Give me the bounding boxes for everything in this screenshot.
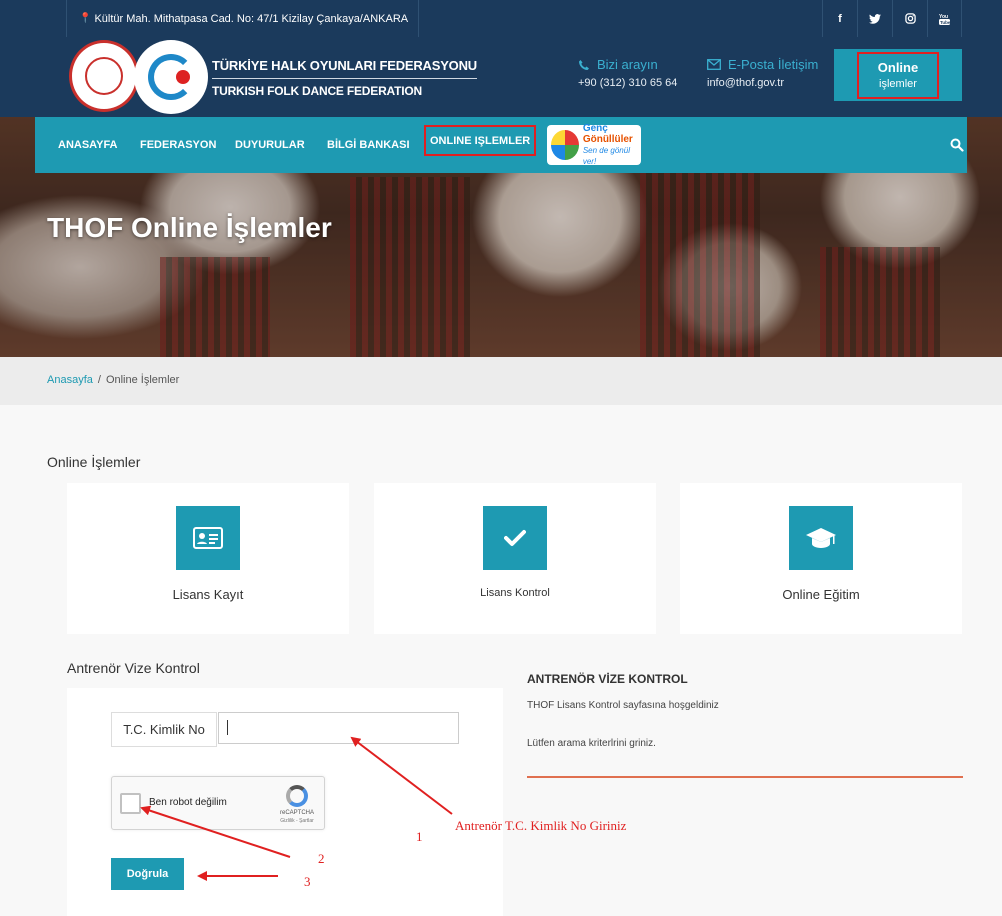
nav-item-duyurular[interactable]: DUYURULAR xyxy=(235,117,305,173)
text-cursor xyxy=(227,720,228,735)
federation-brand[interactable]: TÜRKİYE HALK OYUNLARI FEDERASYONU TURKIS… xyxy=(212,56,477,101)
online-islemler-button[interactable]: Online işlemler xyxy=(834,49,962,101)
gonullu-line2: Gönüllüler xyxy=(582,134,633,145)
graduation-cap-icon xyxy=(789,506,853,570)
nav-item-anasayfa[interactable]: ANASAYFA xyxy=(58,117,118,173)
card-label: Lisans Kayıt xyxy=(172,587,244,602)
online-section-title: Online İşlemler xyxy=(47,454,141,470)
breadcrumb: Anasayfa / Online İşlemler xyxy=(47,374,179,386)
youtube-icon[interactable]: You Tube xyxy=(927,0,962,37)
card-online-egitim[interactable]: Online Eğitim xyxy=(680,483,962,634)
mail-value[interactable]: info@thof.gov.tr xyxy=(707,77,818,89)
info-title: ANTRENÖR VİZE KONTROL xyxy=(527,672,688,686)
annotation-step-3: 3 xyxy=(304,874,311,889)
recaptcha-brand: reCAPTCHA xyxy=(279,810,314,816)
recaptcha-privacy[interactable]: Gizlilik - Şartlar xyxy=(278,818,316,824)
call-label: Bizi arayın xyxy=(597,57,658,72)
online-button-sublabel: işlemler xyxy=(879,78,917,90)
instagram-icon[interactable] xyxy=(892,0,927,37)
annotation-step-1: 1 xyxy=(416,829,423,844)
ministry-logo[interactable] xyxy=(69,40,139,112)
tc-label: T.C. Kimlik No xyxy=(111,712,217,747)
check-icon xyxy=(483,506,547,570)
search-icon[interactable] xyxy=(950,138,964,152)
online-button-label: Online xyxy=(877,60,919,75)
call-value[interactable]: +90 (312) 310 65 64 xyxy=(578,77,677,89)
annotation-instruction: Antrenör T.C. Kimlik No Giriniz xyxy=(455,818,627,833)
online-button-highlight: Online işlemler xyxy=(857,51,939,99)
card-lisans-kontrol[interactable]: Lisans Kontrol xyxy=(374,483,656,634)
dogrula-button[interactable]: Doğrula xyxy=(111,858,184,890)
breadcrumb-separator: / xyxy=(97,374,101,386)
social-links: f You Tube xyxy=(822,0,962,37)
recaptcha-label: Ben robot değilim xyxy=(149,797,227,808)
twitter-icon[interactable] xyxy=(857,0,892,37)
email-contact: E-Posta İletişim info@thof.gov.tr xyxy=(707,57,818,89)
main-nav: ANASAYFA FEDERASYON DUYURULAR BİLGİ BANK… xyxy=(35,117,967,173)
info-instruction: Lütfen arama kriterlrini griniz. xyxy=(527,738,656,749)
vize-section-title: Antrenör Vize Kontrol xyxy=(67,660,200,676)
page-title: THOF Online İşlemler xyxy=(47,212,332,243)
nav-item-online-islemler[interactable]: ONLINE IŞLEMLER xyxy=(424,125,537,156)
id-card-icon xyxy=(176,506,240,570)
gonullu-line3: Sen de gönül ver! xyxy=(582,146,630,166)
nav-item-bilgi-bankasi[interactable]: BİLGİ BANKASI xyxy=(327,117,410,173)
address-text: Kültür Mah. Mithatpasa Cad. No: 47/1 Kiz… xyxy=(94,12,409,25)
info-divider xyxy=(527,776,963,778)
globe-icon xyxy=(551,130,579,160)
recaptcha-logo-icon xyxy=(286,785,308,807)
recaptcha-widget: Ben robot değilim reCAPTCHA Gizlilik - Ş… xyxy=(111,776,325,830)
annotation-step-2: 2 xyxy=(318,851,325,866)
phone-icon xyxy=(579,59,589,70)
svg-text:Tube: Tube xyxy=(940,20,950,25)
brand-name-tr: TÜRKİYE HALK OYUNLARI FEDERASYONU xyxy=(212,58,477,73)
brand-name-en: TURKISH FOLK DANCE FEDERATION xyxy=(212,78,477,101)
envelope-icon xyxy=(707,59,721,70)
federation-logo[interactable] xyxy=(134,40,208,114)
breadcrumb-home[interactable]: Anasayfa xyxy=(47,374,93,386)
card-label: Online Eğitim xyxy=(782,587,860,602)
tc-kimlik-input[interactable] xyxy=(218,712,459,744)
gonullu-line1: Genç xyxy=(582,123,608,134)
card-label: Lisans Kontrol xyxy=(480,587,550,599)
nav-item-federasyon[interactable]: FEDERASYON xyxy=(140,117,216,173)
recaptcha-checkbox[interactable] xyxy=(120,793,141,814)
facebook-icon[interactable]: f xyxy=(822,0,857,37)
breadcrumb-current: Online İşlemler xyxy=(105,374,180,386)
map-pin-icon: 📍 xyxy=(79,13,92,24)
phone-contact: Bizi arayın +90 (312) 310 65 64 xyxy=(578,57,677,89)
address: 📍 Kültür Mah. Mithatpasa Cad. No: 47/1 K… xyxy=(66,0,420,37)
genc-gonulluler-logo[interactable]: Genç Gönüllüler Sen de gönül ver! xyxy=(547,123,641,166)
card-lisans-kayit[interactable]: Lisans Kayıt xyxy=(67,483,349,634)
info-welcome: THOF Lisans Kontrol sayfasına hoşgeldini… xyxy=(527,700,719,711)
top-bar: 📍 Kültür Mah. Mithatpasa Cad. No: 47/1 K… xyxy=(0,0,1002,37)
mail-label: E-Posta İletişim xyxy=(728,57,819,72)
